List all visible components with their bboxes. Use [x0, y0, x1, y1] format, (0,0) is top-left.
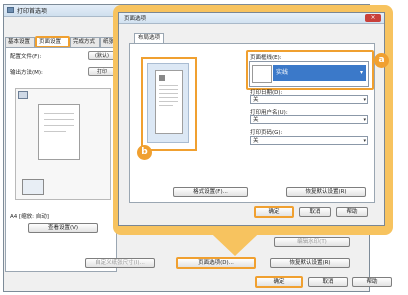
custom-paper-size-button[interactable]: 自定义纸张尺寸(I)...	[85, 258, 155, 268]
back-ok-button[interactable]: 确定	[255, 276, 303, 288]
paper-info: A4 [缩放: 自动]	[10, 214, 49, 220]
printer-icon	[7, 7, 14, 13]
preview-image-block	[159, 75, 165, 81]
page-frame-label: 页面框线(E):	[250, 55, 282, 61]
callout-badge-a: a	[374, 53, 389, 68]
back-cancel-button[interactable]: 取消	[308, 277, 348, 287]
preview-mode-icon[interactable]	[18, 91, 28, 99]
front-title: 页面选项	[124, 16, 147, 22]
profile-label: 配置文件(F):	[10, 54, 42, 60]
page-number-value: 关	[253, 138, 259, 144]
page-preview-thumbnail	[141, 57, 197, 151]
front-help-button[interactable]: 帮助	[336, 207, 368, 217]
tab-basic[interactable]: 基本设置	[5, 37, 35, 47]
print-date-select[interactable]: 关 ▾	[250, 95, 368, 104]
profile-select[interactable]: (默认)	[88, 51, 116, 60]
back-restore-defaults-button[interactable]: 恢复默认设置(R)	[270, 258, 350, 268]
chevron-down-icon: ▾	[363, 97, 366, 103]
output-method-label: 输出方法(M):	[10, 70, 43, 76]
chevron-down-icon: ▾	[363, 138, 366, 144]
front-ok-button[interactable]: 确定	[254, 206, 294, 218]
callout-badge-b: b	[137, 145, 152, 160]
preview-sheet	[38, 104, 80, 160]
front-cancel-button[interactable]: 取消	[299, 207, 331, 217]
page-number-label: 打印页码(G):	[250, 130, 283, 136]
print-username-value: 关	[253, 117, 259, 123]
back-left-panel: 配置文件(F): (默认) 输出方法(M): 打印 A4 [缩放: 自动] 查看…	[5, 47, 117, 272]
close-icon[interactable]: ×	[365, 14, 381, 22]
print-date-value: 关	[253, 97, 259, 103]
back-preview-area	[15, 88, 111, 200]
chevron-down-icon: ▾	[359, 69, 363, 76]
tab-finishing[interactable]: 完成方式	[70, 37, 100, 47]
page-number-select[interactable]: 关 ▾	[250, 136, 368, 145]
page-options-button[interactable]: 页面选项(D)...	[176, 257, 256, 269]
page-frame-select[interactable]: 实线 ▾	[249, 61, 369, 87]
format-settings-button[interactable]: 格式设置(F)...	[173, 187, 248, 197]
front-titlebar: 页面选项 ×	[119, 13, 384, 24]
back-title: 打印首选项	[17, 8, 48, 15]
page-frame-value: 实线	[276, 69, 289, 76]
back-help-button[interactable]: 帮助	[352, 277, 392, 287]
frame-style-icon	[252, 65, 272, 83]
print-username-select[interactable]: 关 ▾	[250, 115, 368, 124]
edit-watermark-button[interactable]: 编辑水印(T)	[274, 237, 350, 247]
chevron-down-icon: ▾	[363, 117, 366, 123]
front-restore-defaults-button[interactable]: 恢复默认设置(R)	[286, 187, 366, 197]
view-settings-button[interactable]: 查看设置(V)	[28, 223, 98, 233]
output-method-select[interactable]: 打印	[88, 67, 116, 76]
printer-preview-icon	[22, 179, 44, 195]
preview-page	[155, 70, 183, 134]
